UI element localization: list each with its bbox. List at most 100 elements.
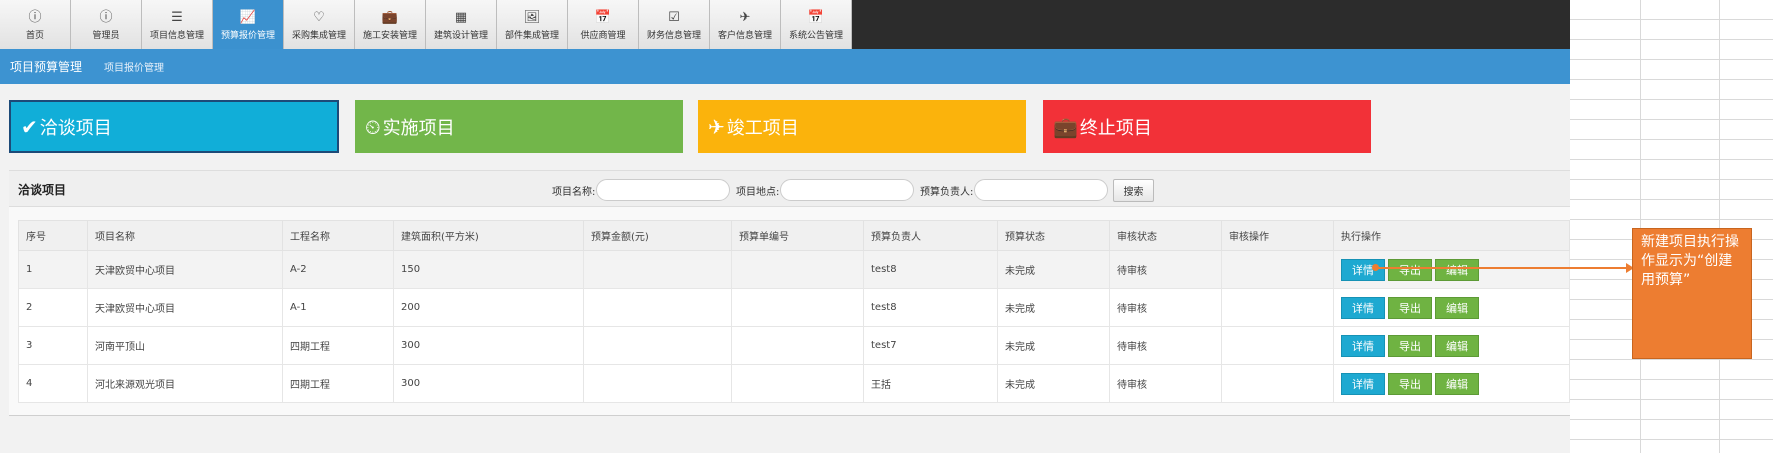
cell-area: 300 — [393, 364, 584, 403]
cell-engineering: A-1 — [282, 288, 394, 327]
col-header: 建筑面积(平方米) — [393, 220, 584, 251]
nav-tab-label: 供应商管理 — [580, 31, 626, 41]
nav-tab-6[interactable]: ▦ 建筑设计管理 — [426, 0, 497, 49]
nav-tab-label: 建筑设计管理 — [433, 31, 488, 41]
cell-audit-op — [1221, 364, 1334, 403]
project-location-input[interactable] — [780, 179, 915, 201]
nav-tab-4[interactable]: ♡ 采购集成管理 — [284, 0, 355, 49]
cell-actions: 详情 导出 编辑 — [1333, 364, 1570, 403]
export-button[interactable]: 导出 — [1388, 372, 1432, 395]
filter-budget-owner: 预算负责人: — [920, 179, 1109, 201]
nav-tab-11[interactable]: 📅 系统公告管理 — [781, 0, 852, 49]
table-row: 3 河南平顶山 四期工程 300 test7 未完成 待审核 详情 导出 编辑 — [18, 326, 1570, 365]
nav-tab-label: 系统公告管理 — [788, 31, 843, 41]
cell-engineering: A-2 — [282, 250, 394, 289]
nav-tab-2[interactable]: ☰ 项目信息管理 — [142, 0, 213, 49]
cell-no: 2 — [18, 288, 88, 327]
tile-label: 竣工项目 — [726, 117, 799, 139]
project-table: 序号 项目名称 工程名称 建筑面积(平方米) 预算金额(元) 预算单编号 预算负… — [18, 220, 1570, 403]
spreadsheet-background — [1570, 0, 1773, 453]
col-header: 预算金额(元) — [583, 220, 732, 251]
cell-no: 3 — [18, 326, 88, 365]
chart-icon: 📈 — [239, 10, 257, 25]
tile-completed[interactable]: ✈ 竣工项目 — [698, 100, 1026, 153]
cell-budget-no — [731, 288, 864, 327]
search-button[interactable]: 搜索 — [1113, 179, 1154, 202]
cell-area: 200 — [393, 288, 584, 327]
col-header: 执行操作 — [1333, 220, 1570, 251]
cell-actions: 详情 导出 编辑 — [1333, 288, 1570, 327]
edit-button[interactable]: 编辑 — [1435, 334, 1479, 357]
cell-engineering: 四期工程 — [282, 364, 394, 403]
detail-button[interactable]: 详情 — [1341, 296, 1385, 319]
cell-owner: test7 — [863, 326, 998, 365]
export-button[interactable]: 导出 — [1388, 334, 1432, 357]
panel-header: 洽谈项目 项目名称: 项目地点: 预算负责人: 搜索 — [9, 171, 1570, 207]
nav-tab-label: 管理员 — [92, 31, 120, 41]
detail-button[interactable]: 详情 — [1341, 334, 1385, 357]
cell-budget-no — [731, 326, 864, 365]
cell-budget-status: 未完成 — [997, 364, 1110, 403]
nav-tab-label: 采购集成管理 — [291, 31, 346, 41]
top-nav: ⓘ 首页 ⓘ 管理员 ☰ 项目信息管理 📈 预算报价管理 ♡ 采购集成管理 💼 施工安装管理 ▦ 建筑设计… — [0, 0, 1570, 49]
filter-label: 项目名称: — [552, 186, 596, 198]
filter-project-name: 项目名称: — [552, 179, 731, 201]
tile-implementing[interactable]: ⏲ 实施项目 — [355, 100, 683, 153]
edit-button[interactable]: 编辑 — [1435, 296, 1479, 319]
nav-tab-label: 部件集成管理 — [504, 31, 559, 41]
cell-actions: 详情 导出 编辑 — [1333, 250, 1570, 289]
budget-owner-input[interactable] — [974, 179, 1109, 201]
cell-engineering: 四期工程 — [282, 326, 394, 365]
project-name-input[interactable] — [596, 179, 731, 201]
edit-button[interactable]: 编辑 — [1435, 258, 1479, 281]
nav-tab-9[interactable]: ☑ 财务信息管理 — [639, 0, 710, 49]
heart-icon: ♡ — [313, 10, 325, 25]
col-header: 预算单编号 — [731, 220, 864, 251]
subnav-active-item[interactable]: 项目预算管理 — [10, 58, 82, 75]
nav-tab-10[interactable]: ✈ 客户信息管理 — [710, 0, 781, 49]
subnav-item-quote[interactable]: 项目报价管理 — [104, 59, 164, 74]
nav-tab-label: 首页 — [25, 31, 44, 41]
annotation-arrow — [1372, 263, 1634, 273]
cell-audit-status: 待审核 — [1109, 364, 1222, 403]
nav-tab-1[interactable]: ⓘ 管理员 — [71, 0, 142, 49]
cell-budget-no — [731, 364, 864, 403]
calendar-icon: 📅 — [594, 10, 612, 25]
image-icon: 🖼 — [523, 10, 541, 25]
col-header: 序号 — [18, 220, 88, 251]
list-icon: ☰ — [171, 10, 183, 25]
cell-audit-status: 待审核 — [1109, 288, 1222, 327]
col-header: 工程名称 — [282, 220, 394, 251]
table-header-row: 序号 项目名称 工程名称 建筑面积(平方米) 预算金额(元) 预算单编号 预算负… — [18, 220, 1570, 251]
detail-button[interactable]: 详情 — [1341, 258, 1385, 281]
nav-tab-7[interactable]: 🖼 部件集成管理 — [497, 0, 568, 49]
cell-project: 河北来源观光项目 — [87, 364, 283, 403]
tile-terminated[interactable]: 💼 终止项目 — [1043, 100, 1371, 153]
annotation-callout: 新建项目执行操作显示为“创建用预算” — [1632, 228, 1752, 359]
cell-owner: test8 — [863, 288, 998, 327]
tile-label: 实施项目 — [382, 117, 455, 139]
nav-tab-3[interactable]: 📈 预算报价管理 — [213, 0, 284, 49]
tile-negotiating[interactable]: ✔ 洽谈项目 — [9, 100, 339, 153]
export-button[interactable]: 导出 — [1388, 296, 1432, 319]
app-window: ⓘ 首页 ⓘ 管理员 ☰ 项目信息管理 📈 预算报价管理 ♡ 采购集成管理 💼 施工安装管理 ▦ 建筑设计… — [0, 0, 1570, 453]
cell-budget-status: 未完成 — [997, 250, 1110, 289]
nav-tab-8[interactable]: 📅 供应商管理 — [568, 0, 639, 49]
detail-button[interactable]: 详情 — [1341, 372, 1385, 395]
table-row: 2 天津欧贸中心项目 A-1 200 test8 未完成 待审核 详情 导出 编辑 — [18, 288, 1570, 327]
plane-icon: ✈ — [708, 114, 725, 139]
nav-tab-0[interactable]: ⓘ 首页 — [0, 0, 71, 49]
nav-tab-label: 施工安装管理 — [362, 31, 417, 41]
export-button[interactable]: 导出 — [1388, 258, 1432, 281]
cell-area: 150 — [393, 250, 584, 289]
nav-tab-5[interactable]: 💼 施工安装管理 — [355, 0, 426, 49]
tile-label: 洽谈项目 — [39, 117, 112, 139]
cell-project: 河南平顶山 — [87, 326, 283, 365]
col-header: 审核状态 — [1109, 220, 1222, 251]
edit-button[interactable]: 编辑 — [1435, 372, 1479, 395]
sheet-column-line — [1640, 0, 1641, 453]
nav-tab-label: 财务信息管理 — [646, 31, 701, 41]
cell-budget-no — [731, 250, 864, 289]
grid-icon: ▦ — [454, 10, 468, 25]
dashboard-icon: ⏲ — [365, 114, 381, 139]
